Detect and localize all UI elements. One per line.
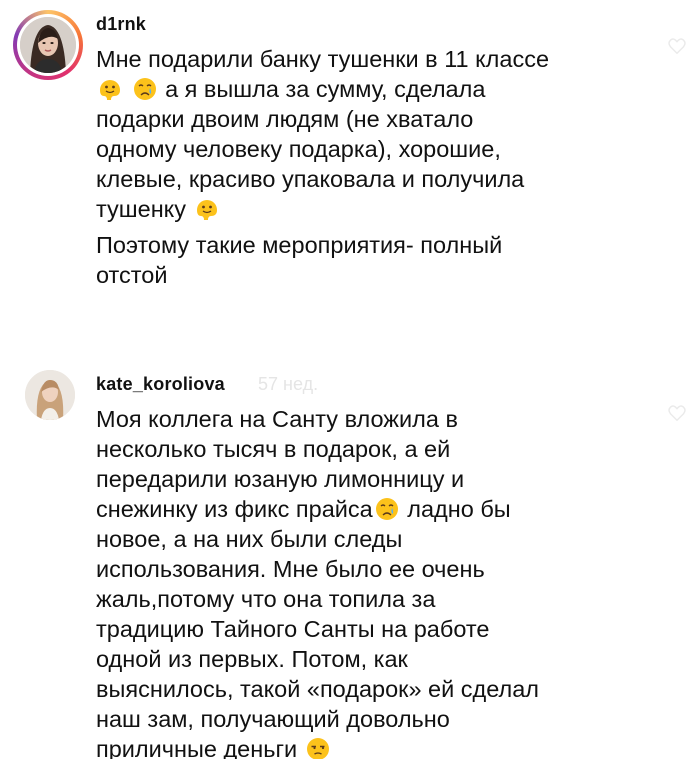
avatar[interactable] xyxy=(20,17,76,73)
timestamp: 57 нед. xyxy=(258,374,319,394)
username[interactable]: d1rnk xyxy=(96,14,146,35)
comment-line: традицию Тайного Санты на работе xyxy=(96,616,490,642)
comment-text: Моя коллега на Санту вложила в несколько… xyxy=(96,404,539,759)
comment-paragraph: Поэтому такие мероприятия- полный отстой xyxy=(96,230,549,290)
melting-face-emoji-icon xyxy=(100,80,120,100)
comment-line: Моя коллега на Санту вложила в xyxy=(96,406,458,432)
comment-line: Мне подарили банку тушенки в 11 классе xyxy=(96,46,550,72)
username[interactable]: kate_koroliova xyxy=(96,374,225,395)
comment-line: новое, а на них были следы xyxy=(96,526,403,552)
comment-line: одному человеку подарка), хорошие, xyxy=(96,136,501,162)
comment-line: Поэтому такие мероприятия- полный xyxy=(96,232,503,258)
comment-text: Мне подарили банку тушенки в 11 классе а… xyxy=(96,44,549,290)
comment-line: наш зам, получающий довольно xyxy=(96,706,450,732)
comment-line: снежинку из фикс прайса ладно бы xyxy=(96,496,511,522)
comment-line: жаль,потому что она топила за xyxy=(96,586,436,612)
like-heart-icon[interactable] xyxy=(668,38,686,54)
comment-line: выяснилось, такой «подарок» ей сделал xyxy=(96,676,540,702)
like-heart-icon[interactable] xyxy=(668,405,686,421)
comment-line: одной из первых. Потом, как xyxy=(96,646,408,672)
comment-line: тушенку xyxy=(96,194,549,224)
unamused-face-emoji-icon xyxy=(306,738,329,759)
comment-line: несколько тысяч в подарок, а ей xyxy=(96,436,451,462)
comment-line: подарки двоим людям (не хватало xyxy=(96,106,474,132)
crying-face-emoji-icon xyxy=(375,498,398,520)
comment-line: клевые, красиво упаковала и получила xyxy=(96,166,525,192)
comment-line: использования. Мне было ее очень xyxy=(96,556,485,582)
avatar[interactable] xyxy=(25,370,75,420)
comment-line: приличные деньги xyxy=(96,734,539,759)
melting-face-emoji-icon xyxy=(196,200,217,220)
crying-face-emoji-icon xyxy=(133,78,156,100)
comment-line: а я вышла за сумму, сделала xyxy=(96,74,549,104)
comment-line: отстой xyxy=(96,262,168,288)
comment-line: передарили юзаную лимонницу и xyxy=(96,466,465,492)
